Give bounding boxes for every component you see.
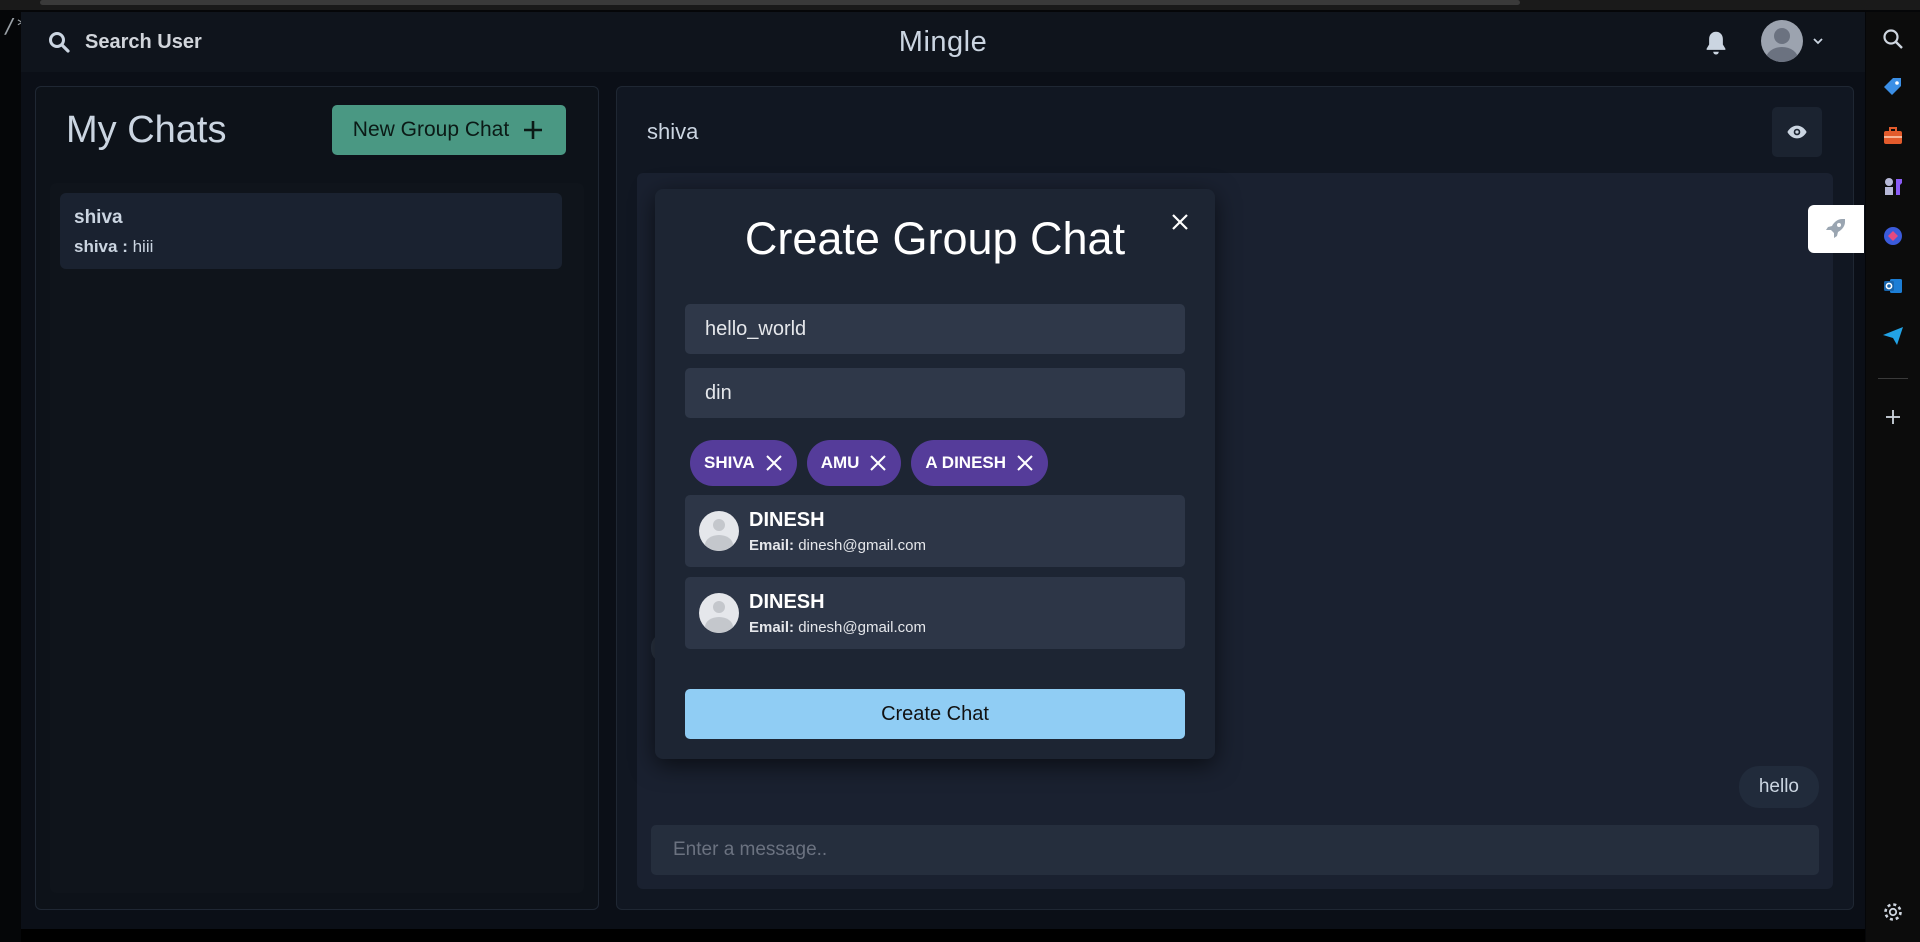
result-email: Email: dinesh@gmail.com	[749, 619, 926, 636]
message-bubble: hello	[1738, 766, 1819, 808]
plus-icon[interactable]	[1881, 405, 1905, 429]
bell-icon[interactable]	[1701, 28, 1731, 58]
result-name: DINESH	[749, 591, 825, 613]
user-chip-label: AMU	[820, 453, 860, 472]
result-email: Email: dinesh@gmail.com	[749, 537, 926, 554]
new-group-chat-label: New Group Chat	[352, 118, 510, 141]
message-input[interactable]	[651, 825, 1819, 875]
chat-list-item[interactable]: shiva shiva : hiii	[60, 193, 562, 269]
user-chip[interactable]: SHIVA	[690, 440, 797, 486]
plus-icon	[524, 121, 543, 139]
chat-item-name: shiva	[74, 207, 123, 228]
briefcase-icon[interactable]	[1881, 124, 1905, 148]
create-group-chat-modal: Create Group Chat SHIVA AMU A DINESH DIN…	[655, 189, 1215, 759]
result-email-label: Email:	[749, 619, 795, 636]
chat-list: shiva shiva : hiii	[50, 183, 584, 893]
browser-top-bar	[0, 0, 1920, 10]
result-name: DINESH	[749, 509, 825, 531]
settings-icon[interactable]	[1881, 900, 1905, 924]
close-icon	[1172, 214, 1188, 230]
copilot-icon[interactable]	[1881, 224, 1905, 248]
my-chats-title: My Chats	[66, 109, 227, 151]
my-chats-panel: My Chats New Group Chat shiva shiva : hi…	[35, 86, 599, 910]
group-name-input[interactable]	[685, 304, 1185, 354]
result-email-value: dinesh@gmail.com	[798, 619, 926, 636]
chat-item-sender: shiva :	[74, 237, 128, 256]
avatar-icon	[1761, 20, 1803, 62]
user-search-result[interactable]: DINESH Email: dinesh@gmail.com	[685, 495, 1185, 567]
app-brand: Mingle	[898, 26, 988, 58]
rocket-icon	[1826, 219, 1845, 238]
browser-sidebar	[1866, 12, 1920, 942]
close-icon[interactable]	[869, 454, 887, 472]
profile-menu-button[interactable]	[1761, 20, 1825, 62]
modal-close-button[interactable]	[1165, 207, 1195, 237]
send-icon[interactable]	[1881, 324, 1905, 348]
result-email-value: dinesh@gmail.com	[798, 537, 926, 554]
close-icon[interactable]	[765, 454, 783, 472]
avatar-icon	[699, 593, 739, 633]
eye-icon	[1787, 125, 1807, 139]
sidebar-divider	[1878, 378, 1908, 379]
user-chip[interactable]: AMU	[806, 440, 902, 486]
bottom-strip	[21, 929, 1865, 942]
add-users-input[interactable]	[685, 368, 1185, 418]
tag-icon[interactable]	[1881, 75, 1905, 99]
new-group-chat-button[interactable]: New Group Chat	[332, 105, 566, 155]
modal-title: Create Group Chat	[744, 213, 1126, 264]
chat-item-preview: shiva : hiii	[74, 237, 153, 257]
chat-item-last-message: hiii	[132, 237, 154, 256]
outlook-icon[interactable]	[1881, 274, 1905, 298]
rocket-extension-tab[interactable]	[1808, 205, 1864, 253]
selected-users: SHIVA AMU A DINESH	[690, 440, 1049, 486]
search-icon[interactable]	[1881, 27, 1905, 51]
chevron-down-icon	[1813, 38, 1823, 45]
view-profile-button[interactable]	[1772, 107, 1822, 157]
chat-header-name: shiva	[647, 119, 699, 144]
browser-scroll-indicator	[40, 0, 1520, 5]
avatar-icon	[699, 511, 739, 551]
user-chip-label: A DINESH	[925, 453, 1007, 472]
user-chip[interactable]: A DINESH	[911, 440, 1049, 486]
chess-icon[interactable]	[1881, 174, 1905, 198]
user-search-result[interactable]: DINESH Email: dinesh@gmail.com	[685, 577, 1185, 649]
top-navbar: Search User Mingle	[21, 12, 1865, 72]
user-chip-label: SHIVA	[704, 453, 755, 472]
result-email-label: Email:	[749, 537, 795, 554]
create-chat-button[interactable]: Create Chat	[685, 689, 1185, 739]
close-icon[interactable]	[1016, 454, 1034, 472]
